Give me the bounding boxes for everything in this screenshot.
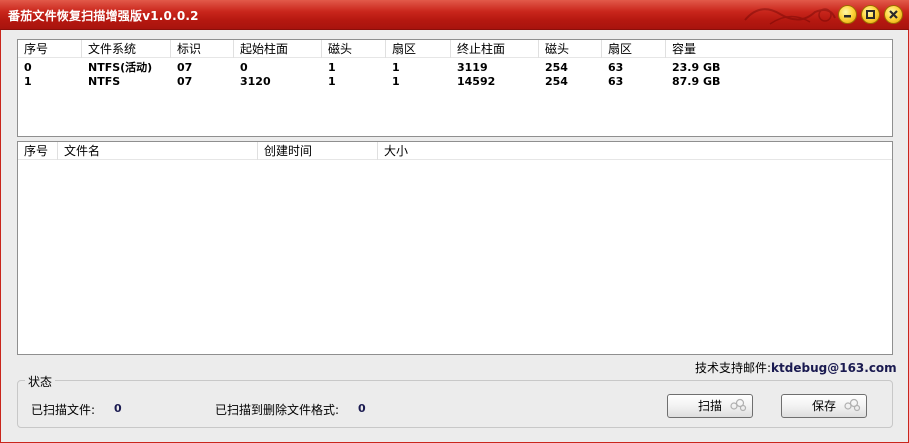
file-list-header: 序号 文件名 创建时间 大小 bbox=[18, 142, 892, 160]
scan-button[interactable]: 扫描 bbox=[667, 394, 753, 418]
maximize-icon bbox=[866, 10, 875, 19]
col-index[interactable]: 序号 bbox=[18, 40, 82, 58]
cell: 254 bbox=[545, 61, 568, 74]
cell: 1 bbox=[24, 75, 32, 88]
cell: 63 bbox=[608, 75, 624, 88]
cell: 14592 bbox=[457, 75, 496, 88]
col-capacity[interactable]: 容量 bbox=[666, 40, 892, 58]
deleted-formats-value: 0 bbox=[358, 402, 366, 415]
maximize-button[interactable] bbox=[861, 5, 880, 24]
cell: NTFS bbox=[88, 75, 121, 88]
status-group-label: 状态 bbox=[25, 373, 56, 390]
partition-list-header: 序号 文件系统 标识 起始柱面 磁头 扇区 终止柱面 磁头 扇区 容量 bbox=[18, 40, 892, 58]
col-start-sector[interactable]: 扇区 bbox=[386, 40, 451, 58]
partition-row[interactable]: 1 NTFS 07 3120 1 1 14592 254 63 87.9 GB bbox=[18, 75, 892, 88]
status-group bbox=[17, 380, 893, 428]
partition-list[interactable]: 序号 文件系统 标识 起始柱面 磁头 扇区 终止柱面 磁头 扇区 容量 0 NT… bbox=[17, 39, 893, 137]
cell: 23.9 GB bbox=[672, 61, 721, 74]
col-end-head[interactable]: 磁头 bbox=[539, 40, 602, 58]
cell: 0 bbox=[240, 61, 248, 74]
cell: 63 bbox=[608, 61, 624, 74]
support-info: 技术支持邮件:ktdebug@163.com bbox=[695, 359, 897, 376]
close-button[interactable] bbox=[884, 5, 903, 24]
title-swirl-decoration bbox=[744, 8, 836, 25]
cell: 07 bbox=[177, 75, 193, 88]
col-file-name[interactable]: 文件名 bbox=[58, 142, 258, 160]
support-email: ktdebug@163.com bbox=[771, 361, 897, 375]
save-button[interactable]: 保存 bbox=[781, 394, 867, 418]
col-id[interactable]: 标识 bbox=[171, 40, 234, 58]
title-bar[interactable]: 番茄文件恢复扫描增强版v1.0.0.2 bbox=[0, 0, 909, 30]
cell: 87.9 GB bbox=[672, 75, 721, 88]
close-icon bbox=[889, 10, 898, 19]
scanned-files-label: 已扫描文件: bbox=[31, 403, 96, 417]
cell: 1 bbox=[392, 61, 400, 74]
support-label: 技术支持邮件: bbox=[695, 361, 772, 375]
col-file-index[interactable]: 序号 bbox=[18, 142, 58, 160]
cell: 3120 bbox=[240, 75, 271, 88]
partition-row[interactable]: 0 NTFS(活动) 07 0 1 1 3119 254 63 23.9 GB bbox=[18, 61, 892, 74]
cloud-decoration-icon bbox=[730, 398, 747, 412]
minimize-button[interactable] bbox=[838, 5, 857, 24]
cell: 1 bbox=[392, 75, 400, 88]
cell: 1 bbox=[328, 61, 336, 74]
cell: 0 bbox=[24, 61, 32, 74]
cell: 254 bbox=[545, 75, 568, 88]
col-start-head[interactable]: 磁头 bbox=[322, 40, 386, 58]
deleted-formats-label: 已扫描到删除文件格式: bbox=[215, 403, 340, 417]
cell: 3119 bbox=[457, 61, 488, 74]
file-list[interactable]: 序号 文件名 创建时间 大小 bbox=[17, 141, 893, 355]
col-start-cylinder[interactable]: 起始柱面 bbox=[234, 40, 322, 58]
scan-button-label: 扫描 bbox=[697, 399, 722, 413]
cell: NTFS(活动) bbox=[88, 61, 153, 74]
cell: 1 bbox=[328, 75, 336, 88]
col-end-cylinder[interactable]: 终止柱面 bbox=[451, 40, 539, 58]
minimize-icon bbox=[844, 15, 851, 18]
scanned-files-value: 0 bbox=[114, 402, 122, 415]
col-filesystem[interactable]: 文件系统 bbox=[82, 40, 171, 58]
col-end-sector[interactable]: 扇区 bbox=[602, 40, 666, 58]
col-size[interactable]: 大小 bbox=[378, 142, 892, 160]
cell: 07 bbox=[177, 61, 193, 74]
col-created-time[interactable]: 创建时间 bbox=[258, 142, 378, 160]
cloud-decoration-icon bbox=[844, 398, 861, 412]
window-title: 番茄文件恢复扫描增强版v1.0.0.2 bbox=[8, 9, 199, 23]
save-button-label: 保存 bbox=[811, 399, 836, 413]
